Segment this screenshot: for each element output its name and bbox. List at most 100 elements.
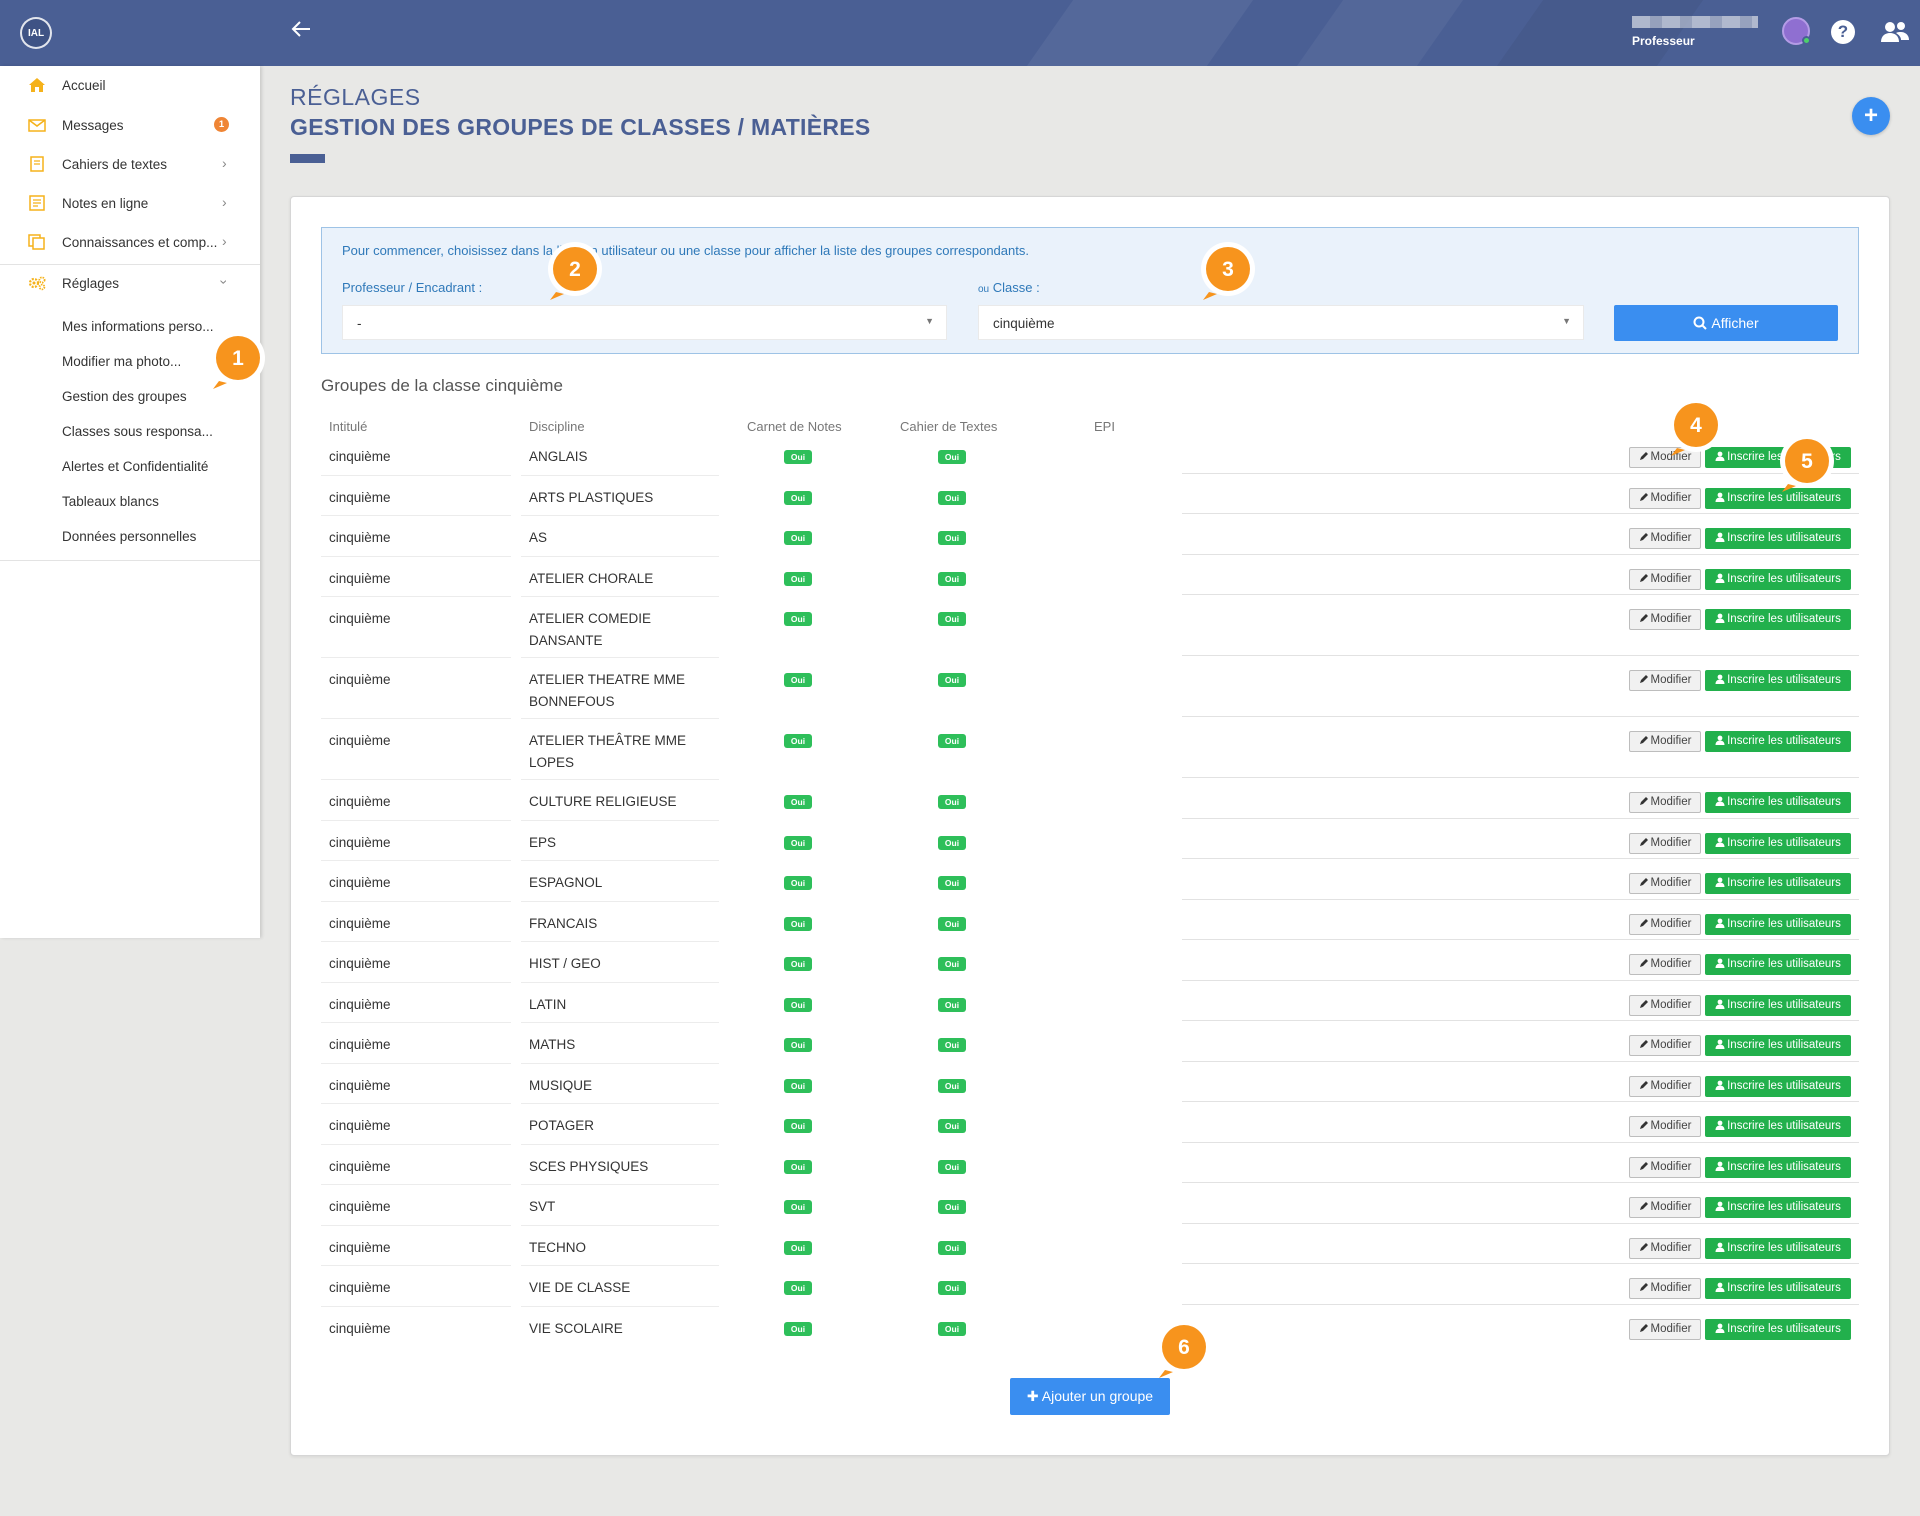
modifier-label: Modifier [1650,877,1692,889]
modifier-button[interactable]: Modifier [1629,954,1701,975]
modifier-button[interactable]: Modifier [1629,670,1701,691]
modifier-button[interactable]: Modifier [1629,1116,1701,1137]
row-intitule: cinquième [329,449,391,464]
add-button[interactable]: + [1852,97,1890,135]
sidebar-subitem-tableaux-blancs[interactable]: Tableaux blancs [62,494,257,509]
inscrire-button[interactable]: Inscrire les utilisateurs [1705,528,1851,549]
inscrire-button[interactable]: Inscrire les utilisateurs [1705,1075,1851,1097]
pencil-icon [1639,533,1648,541]
carnet-oui-badge: Oui [784,957,812,971]
inscrire-button[interactable]: Inscrire les utilisateurs [1705,873,1851,894]
user-name-blurred [1632,16,1758,28]
users-icon[interactable] [1880,20,1910,44]
inscrire-button[interactable]: Inscrire les utilisateurs [1705,913,1851,935]
row-intitule: cinquième [329,733,391,748]
carnet-oui-badge: Oui [784,1321,812,1336]
pencil-icon [1639,614,1648,622]
modifier-label: Modifier [1650,958,1692,970]
inscrire-button[interactable]: Inscrire les utilisateurs [1705,609,1851,630]
modifier-button[interactable]: Modifier [1629,487,1701,509]
modifier-button[interactable]: Modifier [1629,873,1701,894]
modifier-button[interactable]: Modifier [1629,731,1701,752]
row-discipline: CULTURE RELIGIEUSE [529,794,677,809]
modifier-button[interactable]: Modifier [1629,1075,1701,1097]
top-bar: IAL Professeur ? [0,0,1920,66]
pencil-icon [1639,1161,1648,1170]
online-status-dot [1802,36,1811,45]
prof-label: Professeur / Encadrant : [342,280,483,295]
modifier-button[interactable]: Modifier [1629,568,1701,590]
modifier-button[interactable]: Modifier [1629,832,1701,854]
modifier-button[interactable]: Modifier [1629,528,1701,549]
add-group-button[interactable]: ✚ Ajouter un groupe [1010,1378,1170,1415]
modifier-label: Modifier [1650,1282,1692,1294]
afficher-button[interactable]: Afficher [1614,305,1838,341]
modifier-button[interactable]: Modifier [1629,913,1701,935]
row-discipline: FRANCAIS [529,915,598,931]
carnet-oui-badge: Oui [784,1281,812,1295]
row-divider [521,555,719,557]
user-icon [1715,613,1725,623]
prof-select[interactable]: - ▼ [342,305,947,340]
inscrire-button[interactable]: Inscrire les utilisateurs [1705,792,1851,813]
row-divider [1182,553,1859,555]
row-discipline: SVT [529,1199,556,1214]
avatar[interactable] [1782,17,1811,45]
ou-text: ou [978,284,990,295]
row-intitule: cinquième [329,1037,391,1052]
modifier-button[interactable]: Modifier [1629,1035,1701,1056]
sidebar-item-notes[interactable]: Notes en ligne › [0,184,260,222]
row-divider [521,779,719,780]
modifier-button[interactable]: Modifier [1629,1197,1701,1218]
sidebar-subitem-classes-responsabilite[interactable]: Classes sous responsa... [62,424,257,439]
inscrire-label: Inscrire les utilisateurs [1727,1322,1841,1335]
back-arrow-icon[interactable] [286,18,316,48]
modifier-button[interactable]: Modifier [1629,1156,1701,1178]
modifier-button[interactable]: Modifier [1629,1318,1701,1340]
carnet-oui-badge: Oui [784,612,812,626]
sidebar-subitem-alertes[interactable]: Alertes et Confidentialité [62,459,257,474]
inscrire-button[interactable]: Inscrire les utilisateurs [1705,1116,1851,1137]
inscrire-button[interactable]: Inscrire les utilisateurs [1705,1278,1851,1299]
cahier-oui-badge: Oui [938,1240,966,1255]
inscrire-button[interactable]: Inscrire les utilisateurs [1705,670,1851,691]
sidebar-item-connaissances[interactable]: Connaissances et comp... › [0,223,260,261]
inscrire-button[interactable]: Inscrire les utilisateurs [1705,1237,1851,1259]
inscrire-button[interactable]: Inscrire les utilisateurs [1705,1318,1851,1340]
inscrire-label: Inscrire les utilisateurs [1727,1160,1841,1173]
sidebar-subitem-gestion-groupes[interactable]: Gestion des groupes [62,389,257,404]
pencil-icon [1639,573,1648,582]
inscrire-button[interactable]: Inscrire les utilisateurs [1705,1156,1851,1178]
inscrire-button[interactable]: Inscrire les utilisateurs [1705,1197,1851,1218]
inscrire-label: Inscrire les utilisateurs [1727,1120,1841,1132]
callout-number: 1 [232,347,244,370]
inscrire-button[interactable]: Inscrire les utilisateurs [1705,954,1851,975]
modifier-button[interactable]: Modifier [1629,609,1701,630]
row-intitule: cinquième [329,1280,391,1295]
inscrire-button[interactable]: Inscrire les utilisateurs [1705,731,1851,752]
modifier-button[interactable]: Modifier [1629,994,1701,1016]
class-select[interactable]: cinquième ▼ [978,305,1584,340]
cahier-oui-badge: Oui [938,795,966,809]
user-icon [1715,492,1725,502]
modifier-label: Modifier [1650,491,1692,504]
cahier-oui-badge: Oui [938,571,966,586]
app-logo[interactable]: IAL [20,17,52,49]
sidebar-item-cahiers[interactable]: Cahiers de textes › [0,145,260,183]
inscrire-button[interactable]: Inscrire les utilisateurs [1705,994,1851,1016]
modifier-button[interactable]: Modifier [1629,792,1701,813]
sidebar-item-reglages[interactable]: Réglages › [0,264,260,302]
row-intitule: cinquième [329,996,391,1012]
modifier-button[interactable]: Modifier [1629,1278,1701,1299]
modifier-label: Modifier [1650,796,1692,808]
inscrire-button[interactable]: Inscrire les utilisateurs [1705,568,1851,590]
row-divider [1182,979,1859,981]
row-divider [321,779,511,780]
sidebar-subitem-donnees-personnelles[interactable]: Données personnelles [62,529,257,544]
modifier-button[interactable]: Modifier [1629,1237,1701,1259]
help-icon[interactable]: ? [1831,20,1855,44]
inscrire-button[interactable]: Inscrire les utilisateurs [1705,832,1851,854]
sidebar-item-accueil[interactable]: Accueil [0,66,260,104]
inscrire-button[interactable]: Inscrire les utilisateurs [1705,1035,1851,1056]
sidebar-item-messages[interactable]: Messages 1 [0,106,260,144]
